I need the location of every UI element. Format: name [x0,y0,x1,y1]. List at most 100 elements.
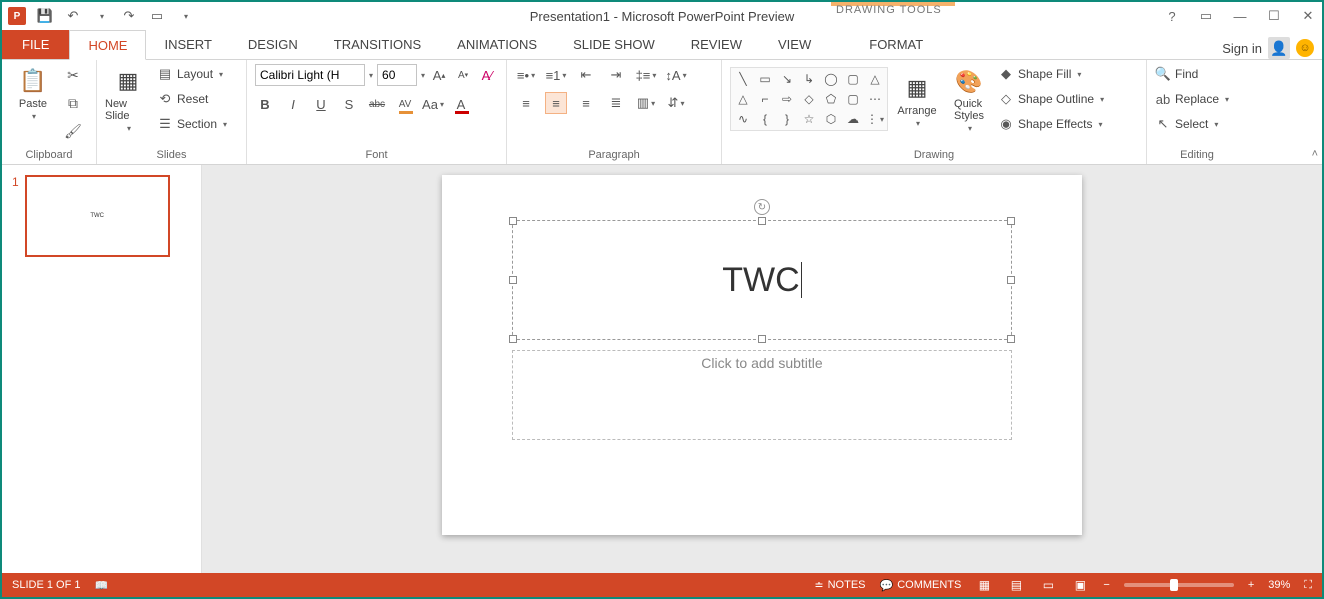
tab-design[interactable]: DESIGN [230,29,316,59]
fit-to-window-icon[interactable]: ⛶ [1304,579,1312,592]
shape-more1-icon[interactable]: △ [865,70,885,88]
shape-square-icon[interactable]: ▢ [843,70,863,88]
title-placeholder[interactable]: ↻ TWC [512,220,1012,340]
align-center-button[interactable]: ≡ [545,92,567,114]
thumbnail-pane[interactable]: 1 TWC [2,165,202,573]
line-spacing-button[interactable]: ‡≡ [635,64,657,86]
tab-transitions[interactable]: TRANSITIONS [316,29,439,59]
font-color-button[interactable]: A [451,94,471,114]
tab-format[interactable]: FORMAT [851,29,941,59]
shape-callout-icon[interactable]: ⬠ [821,90,841,108]
resize-handle-sw[interactable] [509,335,517,343]
maximize-icon[interactable]: ☐ [1264,6,1284,26]
thumbnail-preview[interactable]: TWC [25,175,170,257]
comments-button[interactable]: 💬 COMMENTS [880,579,962,592]
redo-icon[interactable]: ↷ [120,7,138,25]
strikethrough-button[interactable]: abc [367,94,387,114]
change-case-button[interactable]: Aa [423,94,443,114]
save-icon[interactable]: 💾 [36,7,54,25]
align-text-button[interactable]: ⇵ [665,92,687,114]
tab-slideshow[interactable]: SLIDE SHOW [555,29,673,59]
char-spacing-button[interactable]: AV [395,94,415,114]
shape-curve-icon[interactable]: ∿ [733,110,753,128]
cut-icon[interactable]: ✂ [62,64,84,86]
increase-indent-button[interactable]: ⇥ [605,64,627,86]
new-slide-button[interactable]: ▦ New Slide [105,64,151,133]
columns-button[interactable]: ▥ [635,92,657,114]
justify-button[interactable]: ≣ [605,92,627,114]
increase-font-icon[interactable]: A▴ [429,65,449,85]
decrease-font-icon[interactable]: A▾ [453,65,473,85]
section-button[interactable]: ☰Section [157,114,227,134]
resize-handle-w[interactable] [509,276,517,284]
format-painter-icon[interactable]: 🖌 [62,120,84,142]
start-from-beginning-icon[interactable]: ▭ [148,7,166,25]
normal-view-icon[interactable]: ▦ [975,578,993,592]
tab-file[interactable]: FILE [2,29,69,59]
numbering-button[interactable]: ≡1 [545,64,567,86]
shape-oval-icon[interactable]: ◯ [821,70,841,88]
tab-review[interactable]: REVIEW [673,29,760,59]
shape-line-icon[interactable]: ╲ [733,70,753,88]
zoom-in-button[interactable]: + [1248,579,1254,591]
reading-view-icon[interactable]: ▭ [1039,578,1057,592]
decrease-indent-button[interactable]: ⇤ [575,64,597,86]
notes-button[interactable]: ≐ NOTES [814,579,865,592]
text-direction-button[interactable]: ↕A [665,64,687,86]
slideshow-view-icon[interactable]: ▣ [1071,578,1089,592]
undo-dropdown[interactable] [92,7,110,25]
shape-l-icon[interactable]: ⌐ [755,90,775,108]
tab-home[interactable]: HOME [69,30,146,60]
shape-connector-icon[interactable]: ↳ [799,70,819,88]
layout-button[interactable]: ▤Layout [157,64,227,84]
align-left-button[interactable]: ≡ [515,92,537,114]
select-button[interactable]: ↖Select [1155,114,1239,134]
resize-handle-se[interactable] [1007,335,1015,343]
replace-button[interactable]: abReplace [1155,89,1239,109]
help-icon[interactable]: ? [1162,6,1182,26]
resize-handle-nw[interactable] [509,217,517,225]
shape-gallery[interactable]: ╲ ▭ ↘ ↳ ◯ ▢ △ △ ⌐ ⇨ ◇ ⬠ ▢ ⋯ ∿ { } ☆ ⬡ ☁ [730,67,888,131]
undo-icon[interactable]: ↶ [64,7,82,25]
copy-icon[interactable]: ⧉ [62,92,84,114]
resize-handle-e[interactable] [1007,276,1015,284]
title-text[interactable]: TWC [722,261,799,300]
arrange-button[interactable]: ▦ Arrange [894,71,940,128]
sorter-view-icon[interactable]: ▤ [1007,578,1025,592]
ribbon-display-icon[interactable]: ▭ [1196,6,1216,26]
font-name-combo[interactable]: Calibri Light (H [255,64,365,86]
resize-handle-n[interactable] [758,217,766,225]
spellcheck-icon[interactable]: 📖 [94,579,108,592]
zoom-slider-thumb[interactable] [1170,579,1178,591]
rotate-handle-icon[interactable]: ↻ [754,199,770,215]
clear-formatting-icon[interactable]: A⁄ [477,65,497,85]
align-right-button[interactable]: ≡ [575,92,597,114]
shape-roundrect-icon[interactable]: ▢ [843,90,863,108]
zoom-level[interactable]: 39% [1268,579,1290,591]
resize-handle-ne[interactable] [1007,217,1015,225]
collapse-ribbon-icon[interactable]: ˄ [1312,148,1318,160]
minimize-icon[interactable]: — [1230,6,1250,26]
shape-diamond-icon[interactable]: ◇ [799,90,819,108]
quick-styles-button[interactable]: 🎨 QuickStyles [946,65,992,133]
qat-customize-dropdown[interactable] [176,7,194,25]
shape-brace2-icon[interactable]: } [777,110,797,128]
zoom-out-button[interactable]: − [1103,579,1109,591]
shape-cloud-icon[interactable]: ☁ [843,110,863,128]
shape-hex-icon[interactable]: ⬡ [821,110,841,128]
shape-fill-button[interactable]: ◆Shape Fill [998,64,1104,84]
zoom-slider[interactable] [1124,583,1234,587]
shape-brace-icon[interactable]: { [755,110,775,128]
find-button[interactable]: 🔍Find [1155,64,1239,84]
paste-button[interactable]: 📋 Paste [10,64,56,121]
tab-insert[interactable]: INSERT [146,29,229,59]
reset-button[interactable]: ⟲Reset [157,89,227,109]
bullets-button[interactable]: ≡• [515,64,537,86]
text-shadow-button[interactable]: S [339,94,359,114]
slide-canvas-area[interactable]: ↻ TWC Click to add subtitle [202,165,1322,573]
slide[interactable]: ↻ TWC Click to add subtitle [442,175,1082,535]
close-icon[interactable]: ✕ [1298,6,1318,26]
resize-handle-s[interactable] [758,335,766,343]
tab-animations[interactable]: ANIMATIONS [439,29,555,59]
shape-effects-button[interactable]: ◉Shape Effects [998,114,1104,134]
